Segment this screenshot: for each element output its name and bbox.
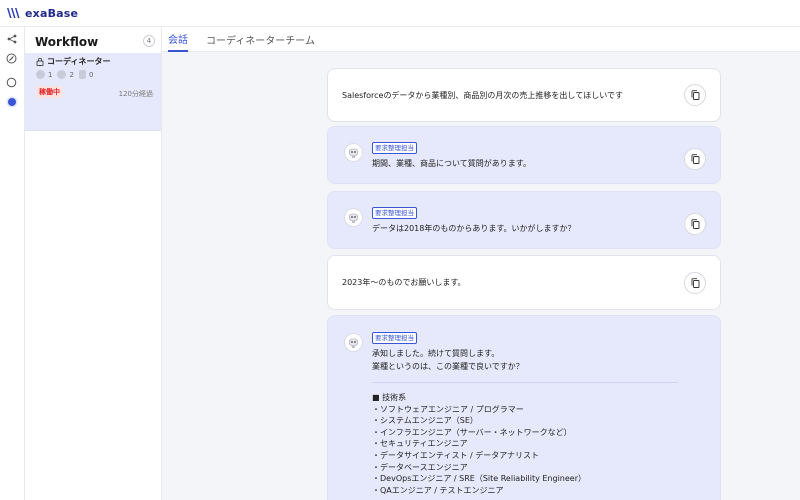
list-item: ・QAエンジニア / テストエンジニア — [372, 485, 504, 495]
message-text: Salesforceのデータから業種別、商品別の月次の売上推移を出してほしいです — [342, 91, 623, 100]
stat-2: 2 — [69, 70, 74, 79]
circle-icon[interactable] — [5, 76, 18, 89]
message-text: 2023年〜のものでお願いします。 — [342, 278, 466, 287]
copy-icon — [691, 278, 699, 288]
logo[interactable]: exaBase — [6, 6, 78, 20]
bot-message: 要求整理担当 期間、業種、商品について質問があります。 — [327, 126, 721, 184]
copy-button[interactable] — [684, 272, 706, 294]
list-item: ・データサイエンティスト / データアナリスト — [372, 450, 540, 460]
list-item: ・インフラエンジニア（サーバー・ネットワークなど） — [372, 427, 572, 437]
compass-icon[interactable] — [5, 52, 18, 65]
message-text: データは2018年のものからあります。いかがしますか？ — [372, 224, 576, 233]
role-badge: 要求整理担当 — [372, 142, 417, 154]
workflow-panel: Workflow 4 コーディネーター 1 2 0 稼働中 120分経過 — [25, 27, 162, 500]
robot-avatar-icon — [344, 208, 363, 227]
tab-bar: 会話 コーディネーターチーム — [162, 27, 800, 52]
copy-icon — [691, 90, 699, 100]
stat-3: 0 — [88, 70, 94, 79]
exabase-logo-icon — [7, 8, 20, 18]
lock-small-icon — [78, 70, 86, 79]
top-bar: exaBase — [0, 0, 800, 27]
divider — [372, 382, 678, 383]
occupation-list: ■ 技術系 ・ソフトウェアエンジニア / プログラマー ・システムエンジニア（S… — [372, 392, 586, 496]
list-item: ・システムエンジニア（SE） — [372, 416, 478, 426]
user-message: Salesforceのデータから業種別、商品別の月次の売上推移を出してほしいです — [327, 68, 721, 122]
active-dot-icon[interactable] — [5, 95, 18, 108]
left-rail — [0, 27, 25, 500]
list-item: ・ソフトウェアエンジニア / プログラマー — [372, 404, 524, 414]
role-badge: 要求整理担当 — [372, 332, 417, 344]
bot-message: 要求整理担当 データは2018年のものからあります。いかがしますか？ — [327, 191, 721, 249]
chat-area: Salesforceのデータから業種別、商品別の月次の売上推移を出してほしいです… — [162, 52, 800, 500]
workflow-count-badge: 4 — [143, 35, 155, 47]
copy-button[interactable] — [684, 213, 706, 235]
copy-button[interactable] — [684, 84, 706, 106]
message-line-1: 承知しました。続けて質問します。 — [372, 349, 500, 358]
lock-icon — [36, 57, 44, 66]
workflow-item-name-row: コーディネーター — [36, 56, 110, 67]
tab-conversation[interactable]: 会話 — [168, 27, 188, 52]
list-heading: ■ 技術系 — [372, 393, 407, 402]
list-item: ・データベースエンジニア — [372, 462, 468, 472]
robot-avatar-icon — [344, 333, 363, 352]
copy-icon — [691, 154, 699, 164]
workflow-item-name: コーディネーター — [47, 57, 111, 66]
list-item: ・セキュリティエンジニア — [372, 439, 468, 449]
status-badge: 稼働中 — [36, 86, 63, 98]
copy-button[interactable] — [684, 148, 706, 170]
user-message: 2023年〜のものでお願いします。 — [327, 255, 721, 310]
elapsed-time: 120分経過 — [118, 90, 153, 98]
agent-icon — [57, 70, 67, 79]
robot-avatar-icon — [344, 143, 363, 162]
logo-text: exaBase — [25, 6, 79, 20]
tab-coordinator-team[interactable]: コーディネーターチーム — [206, 27, 315, 52]
stat-1: 1 — [48, 70, 53, 79]
message-line-2: 業種というのは、この業種で良いですか？ — [372, 362, 524, 371]
workflow-item-stats: 1 2 0 — [36, 70, 93, 79]
copy-icon — [691, 219, 699, 229]
role-badge: 要求整理担当 — [372, 207, 417, 219]
workflow-title: Workflow — [35, 35, 99, 49]
message-text: 期間、業種、商品について質問があります。 — [372, 159, 531, 168]
workflow-item[interactable]: コーディネーター 1 2 0 稼働中 120分経過 — [25, 53, 161, 131]
bot-message: 要求整理担当 承知しました。続けて質問します。 業種というのは、この業種で良いで… — [327, 315, 721, 500]
agent-icon — [36, 70, 45, 79]
share-icon[interactable] — [5, 32, 18, 45]
list-item: ・DevOpsエンジニア / SRE（Site Reliability Engi… — [372, 474, 586, 484]
